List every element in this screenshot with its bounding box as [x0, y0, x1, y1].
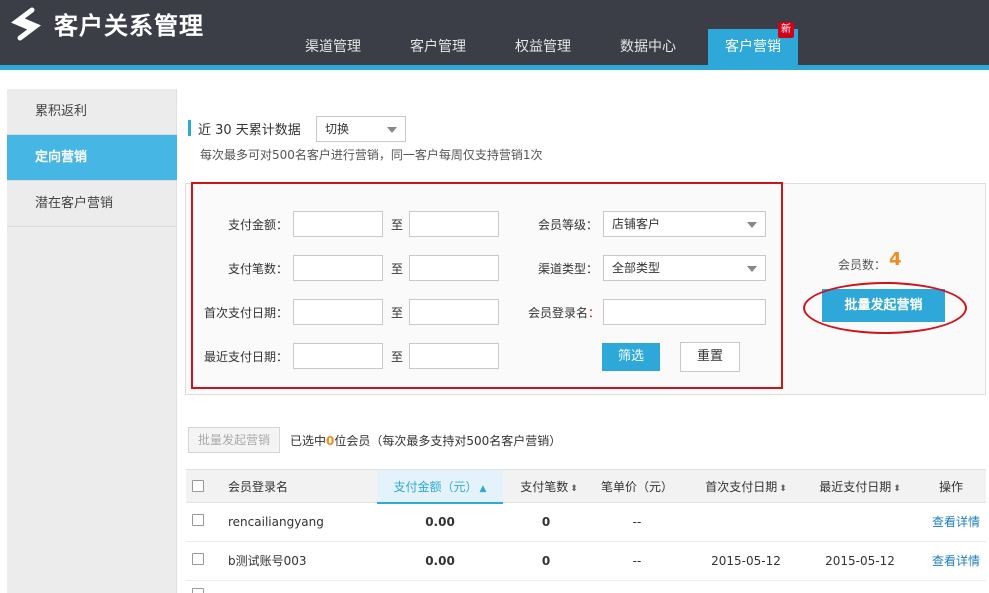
app-title: 客户关系管理 [54, 12, 204, 40]
login-name-label-colon: ： [587, 306, 600, 320]
column-header-last-pay-date[interactable]: 最近支付日期 ⬍ [810, 470, 910, 504]
selected-members-info: 已选中0位会员（每次最多支持对500名客户营销） [290, 432, 561, 449]
cell-last-pay-date [810, 503, 910, 542]
pay-count-header-text: 支付笔数 [520, 480, 569, 494]
cell-first-pay-date [696, 503, 796, 542]
pay-count-max-input[interactable] [409, 255, 499, 281]
sidebar-item-cumulative-rebate[interactable]: 累积返利 [7, 89, 177, 135]
select-all-checkbox[interactable] [192, 480, 204, 492]
pay-amount-min-input[interactable] [293, 211, 383, 237]
channel-type-select[interactable]: 全部类型 [603, 255, 766, 281]
member-level-value: 店铺客户 [612, 217, 661, 231]
member-level-select[interactable]: 店铺客户 [603, 211, 766, 237]
column-header-first-pay-date[interactable]: 首次支付日期 ⬍ [696, 470, 796, 504]
new-badge: 新 [778, 22, 794, 38]
channel-type-value: 全部类型 [612, 261, 661, 275]
selected-suffix: 位会员（每次最多支持对500名客户营销） [334, 434, 562, 448]
nav-tab-customer-management[interactable]: 客户管理 [397, 29, 479, 65]
login-name-label-text: 会员登录名 [527, 306, 588, 320]
section-title: 近 30 天累计数据 [198, 123, 301, 138]
filter-button[interactable]: 筛选 [602, 343, 660, 371]
cell-login-name: rencailiangyang [228, 515, 324, 529]
login-name-input[interactable] [603, 299, 766, 325]
sort-icon: ⬍ [779, 484, 787, 494]
sidebar-item-targeted-marketing[interactable]: 定向营销 [7, 135, 177, 181]
pay-amount-header-text: 支付金额（元） [393, 480, 478, 494]
column-header-pay-count[interactable]: 支付笔数 ⬍ [512, 470, 586, 504]
header-accent-line [0, 65, 989, 70]
cell-unit-price: -- [632, 515, 642, 529]
last-pay-date-start-input[interactable] [293, 343, 383, 369]
cell-pay-amount: 0.00 [425, 515, 455, 529]
first-pay-header-text: 首次支付日期 [705, 480, 778, 494]
member-count-value: 4 [889, 249, 902, 270]
sidebar: 累积返利 定向营销 潜在客户营销 [7, 89, 177, 593]
sort-icon: ⬍ [893, 484, 901, 494]
first-pay-date-end-input[interactable] [409, 299, 499, 325]
period-switch-select[interactable]: 切换 [316, 116, 406, 142]
column-header-pay-amount[interactable]: 支付金额（元） ▲ [377, 470, 503, 504]
first-pay-date-label: 首次支付日期： [203, 306, 288, 320]
range-separator: 至 [391, 350, 404, 364]
cell-pay-count: 0 [541, 515, 551, 529]
row-checkbox[interactable] [192, 514, 204, 526]
nav-tab-data-center[interactable]: 数据中心 [606, 29, 690, 65]
top-navigation-bar: 客户关系管理 渠道管理 客户管理 权益管理 数据中心 客户营销 新 [0, 0, 989, 65]
reset-button[interactable]: 重置 [680, 342, 740, 372]
column-header-login-name: 会员登录名 [228, 480, 289, 494]
pay-amount-max-input[interactable] [409, 211, 499, 237]
first-pay-date-start-input[interactable] [293, 299, 383, 325]
batch-button-highlight-annotation [803, 282, 967, 334]
cell-pay-amount: 0.00 [425, 554, 455, 568]
row-checkbox[interactable] [192, 588, 204, 593]
range-separator: 至 [391, 306, 404, 320]
range-separator: 至 [391, 218, 404, 232]
range-separator: 至 [391, 262, 404, 276]
login-name-label: 会员登录名： [510, 304, 600, 321]
cell-first-pay-date: 2015-05-12 [711, 554, 781, 568]
last-pay-date-end-input[interactable] [409, 343, 499, 369]
column-header-action: 操作 [938, 480, 963, 494]
batch-marketing-button-disabled: 批量发起营销 [188, 427, 280, 453]
member-level-label: 会员等级： [537, 218, 598, 232]
chevron-down-icon [747, 222, 757, 228]
nav-tab-channel-management[interactable]: 渠道管理 [292, 29, 374, 65]
sidebar-item-potential-customer-marketing[interactable]: 潜在客户营销 [7, 181, 177, 227]
selected-prefix: 已选中 [290, 434, 327, 448]
crm-logo-icon [11, 7, 41, 41]
pay-count-label: 支付笔数： [227, 262, 288, 276]
table-row: rencailiangyang 0.00 0 -- 查看详情 [186, 503, 986, 542]
marketing-limit-note: 每次最多可对500名客户进行营销，同一客户每周仅支持营销1次 [200, 148, 543, 162]
chevron-down-icon [747, 266, 757, 272]
channel-type-label: 渠道类型： [537, 262, 598, 276]
period-switch-value: 切换 [325, 122, 350, 136]
column-header-unit-price: 笔单价（元） [600, 480, 673, 494]
pay-count-min-input[interactable] [293, 255, 383, 281]
member-count-label: 会员数： [838, 258, 887, 272]
last-pay-header-text: 最近支付日期 [819, 480, 892, 494]
chevron-down-icon [387, 127, 397, 133]
nav-tab-rights-management[interactable]: 权益管理 [502, 29, 584, 65]
sort-icon: ▲ [479, 484, 487, 494]
table-row: b测试账号003 0.00 0 -- 2015-05-12 2015-05-12… [186, 542, 986, 581]
row-checkbox[interactable] [192, 553, 204, 565]
section-title-marker [188, 120, 191, 136]
cell-unit-price: -- [632, 554, 642, 568]
cell-login-name: b测试账号003 [228, 554, 307, 568]
last-pay-date-label: 最近支付日期： [203, 350, 288, 364]
view-details-link[interactable]: 查看详情 [926, 503, 986, 542]
pay-amount-label: 支付金额： [227, 218, 288, 232]
cell-pay-count: 0 [541, 554, 551, 568]
table-header: 会员登录名 支付金额（元） ▲ 支付笔数 ⬍ 笔单价（元） 首次支付日期 ⬍ 最近支付… [186, 469, 986, 504]
view-details-link[interactable]: 查看详情 [926, 542, 986, 581]
sort-icon: ⬍ [570, 484, 578, 494]
cell-last-pay-date: 2015-05-12 [825, 554, 895, 568]
